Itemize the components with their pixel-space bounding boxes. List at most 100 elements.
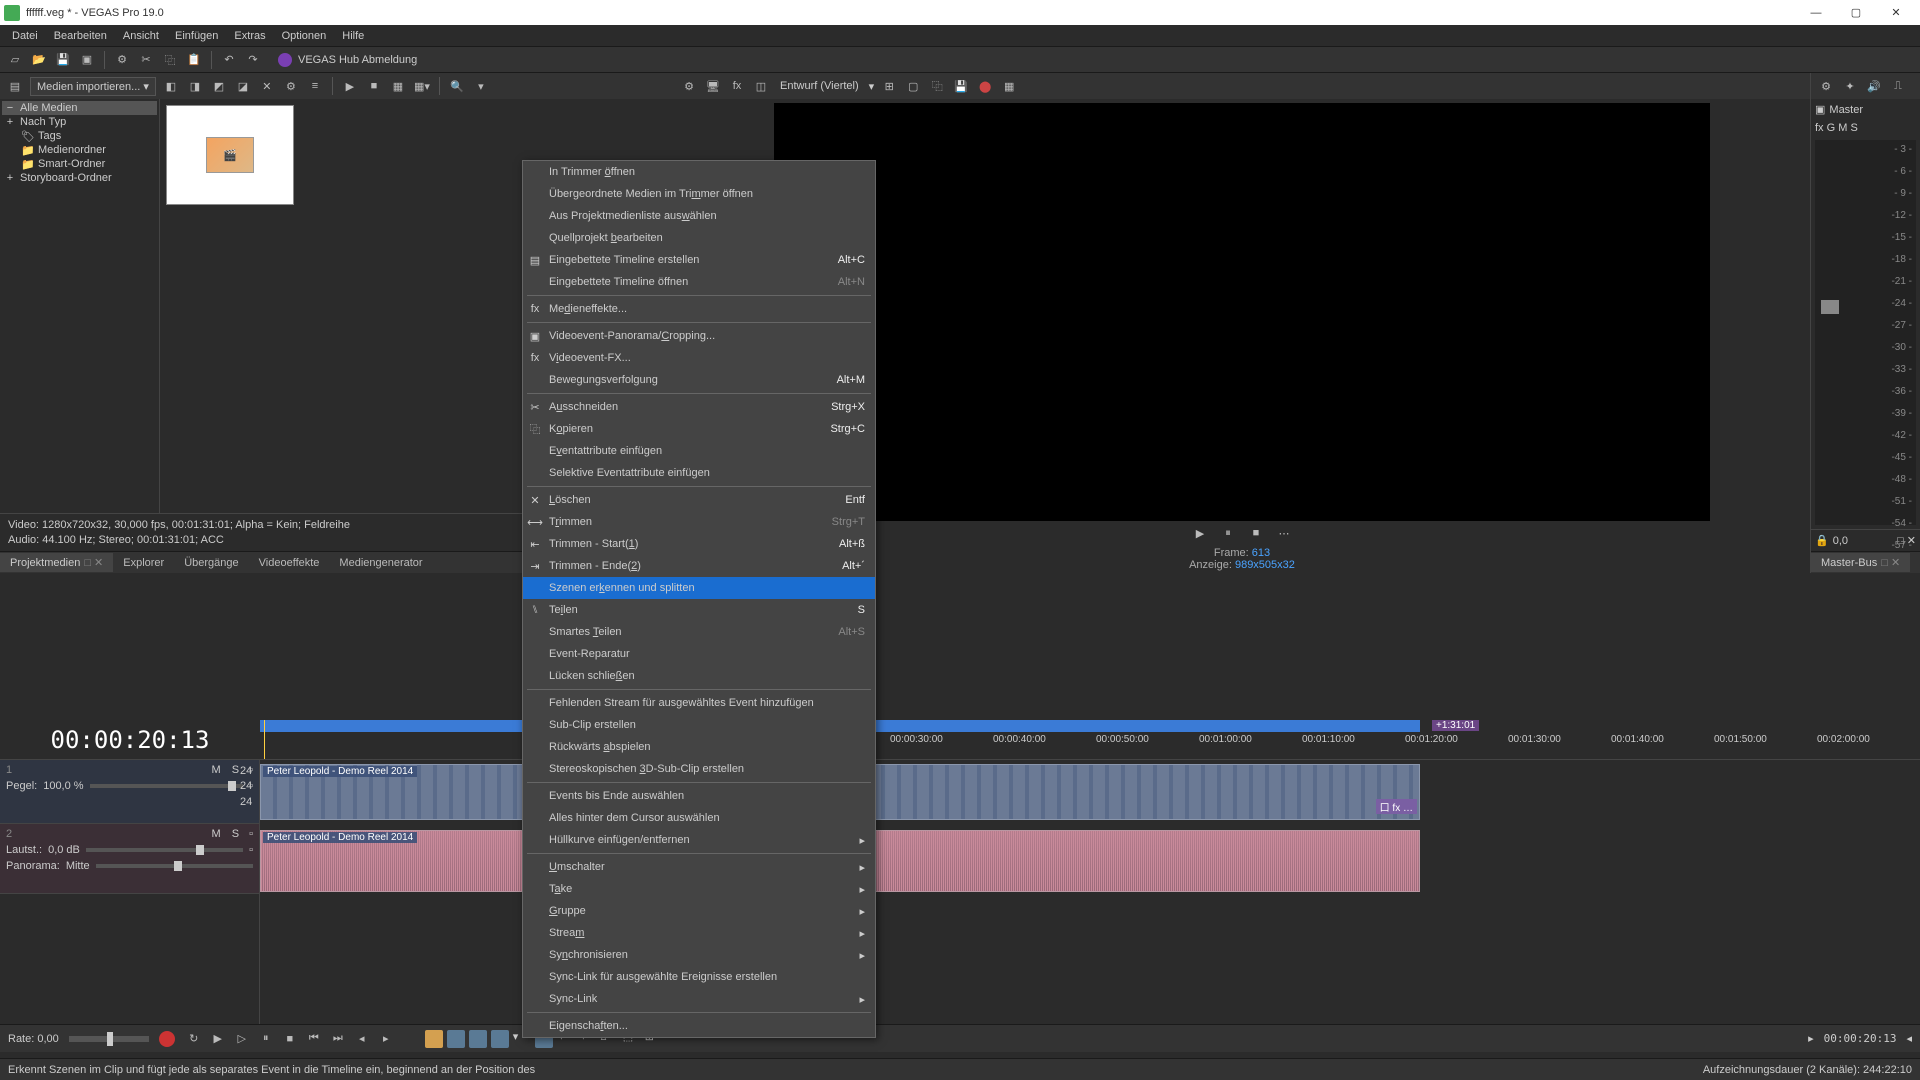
- tab-explorer[interactable]: Explorer: [113, 554, 174, 572]
- loop-icon[interactable]: ↻: [185, 1030, 203, 1048]
- tool-3[interactable]: [491, 1030, 509, 1048]
- tree-tags[interactable]: 🏷Tags: [2, 129, 157, 143]
- tab-master-bus[interactable]: Master-Bus□ ✕: [1811, 553, 1910, 572]
- footer-timecode[interactable]: 00:00:20:13: [1824, 1032, 1897, 1045]
- dropdown-icon[interactable]: ▾: [472, 77, 490, 95]
- goto-start-icon[interactable]: ⏮: [305, 1030, 323, 1048]
- ctx-envelope[interactable]: Hüllkurve einfügen/entfernen▸: [523, 829, 875, 851]
- pv-save-icon[interactable]: 💾: [952, 77, 970, 95]
- play-start-icon[interactable]: ▶: [209, 1030, 227, 1048]
- menu-options[interactable]: Optionen: [274, 27, 335, 45]
- media-tb-7[interactable]: ≡: [306, 77, 324, 95]
- ctx-select-to-end[interactable]: Events bis Ende auswählen: [523, 785, 875, 807]
- stop2-icon[interactable]: ■: [281, 1030, 299, 1048]
- tool-1[interactable]: [447, 1030, 465, 1048]
- ctx-delete[interactable]: ✕LöschenEntf: [523, 489, 875, 511]
- pv-safe-icon[interactable]: ▢: [904, 77, 922, 95]
- search-icon[interactable]: 🔍: [448, 77, 466, 95]
- menu-edit[interactable]: Bearbeiten: [46, 27, 115, 45]
- paste-icon[interactable]: 📋: [185, 51, 203, 69]
- menu-file[interactable]: Datei: [4, 27, 46, 45]
- ctx-select-projectlist[interactable]: Aus Projektmedienliste auswählen: [523, 205, 875, 227]
- close-button[interactable]: ✕: [1876, 0, 1916, 25]
- ctx-reverse[interactable]: Rückwärts abspielen: [523, 736, 875, 758]
- track1-slider[interactable]: [90, 784, 244, 788]
- pv-fx-icon[interactable]: fx: [728, 77, 746, 95]
- timeline-clips[interactable]: 242424 Peter Leopold - Demo Reel 2014 口 …: [260, 760, 1920, 1024]
- ctx-sync[interactable]: Synchronisieren▸: [523, 944, 875, 966]
- timeline-ruler[interactable]: +1:31:01 00:00:30:0000:00:40:0000:00:50:…: [260, 720, 1920, 759]
- tab-videofx[interactable]: Videoeffekte: [249, 554, 330, 572]
- media-thumb[interactable]: 🎬: [166, 105, 294, 205]
- lock-icon[interactable]: 🔒: [1815, 534, 1829, 547]
- master-controls[interactable]: fx G M S: [1811, 120, 1920, 136]
- ctx-group[interactable]: Gruppe▸: [523, 900, 875, 922]
- play2-icon[interactable]: ▷: [233, 1030, 251, 1048]
- pv-copy-icon[interactable]: ⿻: [928, 77, 946, 95]
- track-head-audio[interactable]: 2M S▫ Lautst.:0,0 dB▫ Panorama:Mitte: [0, 824, 259, 894]
- record-button[interactable]: [159, 1031, 175, 1047]
- tab-transitions[interactable]: Übergänge: [174, 554, 248, 572]
- video-clip-fx[interactable]: 口 fx …: [1376, 799, 1417, 814]
- tree-storyboard[interactable]: +Storyboard-Ordner: [2, 171, 157, 185]
- track2-more-icon[interactable]: ▫: [249, 844, 253, 856]
- goto-end-icon[interactable]: ⏭: [329, 1030, 347, 1048]
- next-frame-icon[interactable]: ▸: [377, 1030, 395, 1048]
- add-media-icon[interactable]: ▤: [6, 77, 24, 95]
- ctx-stream[interactable]: Stream▸: [523, 922, 875, 944]
- preview-quality[interactable]: Entwurf (Viertel): [780, 80, 859, 92]
- marker-in-icon[interactable]: ▸: [1808, 1032, 1814, 1045]
- tree-by-type[interactable]: +Nach Typ: [2, 115, 157, 129]
- stop-icon[interactable]: ■: [365, 77, 383, 95]
- ctx-media-fx[interactable]: fxMedieneffekte...: [523, 298, 875, 320]
- pv-stop-icon[interactable]: ■: [1247, 524, 1265, 542]
- hub-link[interactable]: VEGAS Hub Abmeldung: [278, 53, 417, 67]
- track1-ms[interactable]: M S: [212, 764, 244, 776]
- minimize-button[interactable]: —: [1796, 0, 1836, 25]
- preview-viewport[interactable]: [774, 103, 1710, 521]
- rate-slider[interactable]: [69, 1036, 149, 1042]
- save-icon[interactable]: 💾: [54, 51, 72, 69]
- pv-more-icon[interactable]: ▦: [1000, 77, 1018, 95]
- ctx-synclink[interactable]: Sync-Link▸: [523, 988, 875, 1010]
- menu-extras[interactable]: Extras: [226, 27, 273, 45]
- undo-icon[interactable]: ↶: [220, 51, 238, 69]
- media-tb-6[interactable]: ⚙: [282, 77, 300, 95]
- tree-smart-bins[interactable]: 📁Smart-Ordner: [2, 157, 157, 171]
- pv-play-icon[interactable]: ▶: [1191, 524, 1209, 542]
- pv-grid-icon[interactable]: ⊞: [880, 77, 898, 95]
- import-dropdown[interactable]: Medien importieren... ▾: [30, 77, 156, 96]
- tab-project-media[interactable]: Projektmedien□ ✕: [0, 553, 113, 572]
- cut-icon[interactable]: ✂: [137, 51, 155, 69]
- ctx-pan-crop[interactable]: ▣Videoevent-Panorama/Cropping...: [523, 325, 875, 347]
- master-down-icon[interactable]: 🔊: [1865, 77, 1883, 95]
- pv-settings-icon[interactable]: ⚙: [680, 77, 698, 95]
- play-icon[interactable]: ▶: [341, 77, 359, 95]
- media-tb-3[interactable]: ◩: [210, 77, 228, 95]
- tree-media-bins[interactable]: 📁Medienordner: [2, 143, 157, 157]
- media-tb-1[interactable]: ◧: [162, 77, 180, 95]
- ctx-motion-track[interactable]: BewegungsverfolgungAlt+M: [523, 369, 875, 391]
- master-sliders-icon[interactable]: ⎍: [1889, 77, 1907, 95]
- tree-all-media[interactable]: −Alle Medien: [2, 101, 157, 115]
- media-tb-5[interactable]: ✕: [258, 77, 276, 95]
- view-icon[interactable]: ▦: [389, 77, 407, 95]
- pause-icon[interactable]: ⏸: [257, 1030, 275, 1048]
- ctx-subclip[interactable]: Sub-Clip erstellen: [523, 714, 875, 736]
- new-icon[interactable]: ▱: [6, 51, 24, 69]
- pv-more2-icon[interactable]: ⋯: [1275, 524, 1293, 542]
- master-dim-icon[interactable]: ✦: [1841, 77, 1859, 95]
- ctx-properties[interactable]: Eigenschaften...: [523, 1015, 875, 1037]
- open-icon[interactable]: 📂: [30, 51, 48, 69]
- master-settings-icon[interactable]: ⚙: [1817, 77, 1835, 95]
- copy-icon[interactable]: ⿻: [161, 51, 179, 69]
- maximize-button[interactable]: ▢: [1836, 0, 1876, 25]
- pv-split-icon[interactable]: ◫: [752, 77, 770, 95]
- tool-normal[interactable]: [425, 1030, 443, 1048]
- track2-pan-slider[interactable]: [96, 864, 253, 868]
- properties-icon[interactable]: ⚙: [113, 51, 131, 69]
- pv-pause-icon[interactable]: ⏸: [1219, 524, 1237, 542]
- redo-icon[interactable]: ↷: [244, 51, 262, 69]
- ctx-copy[interactable]: ⿻KopierenStrg+C: [523, 418, 875, 440]
- pv-record-icon[interactable]: ⬤: [976, 77, 994, 95]
